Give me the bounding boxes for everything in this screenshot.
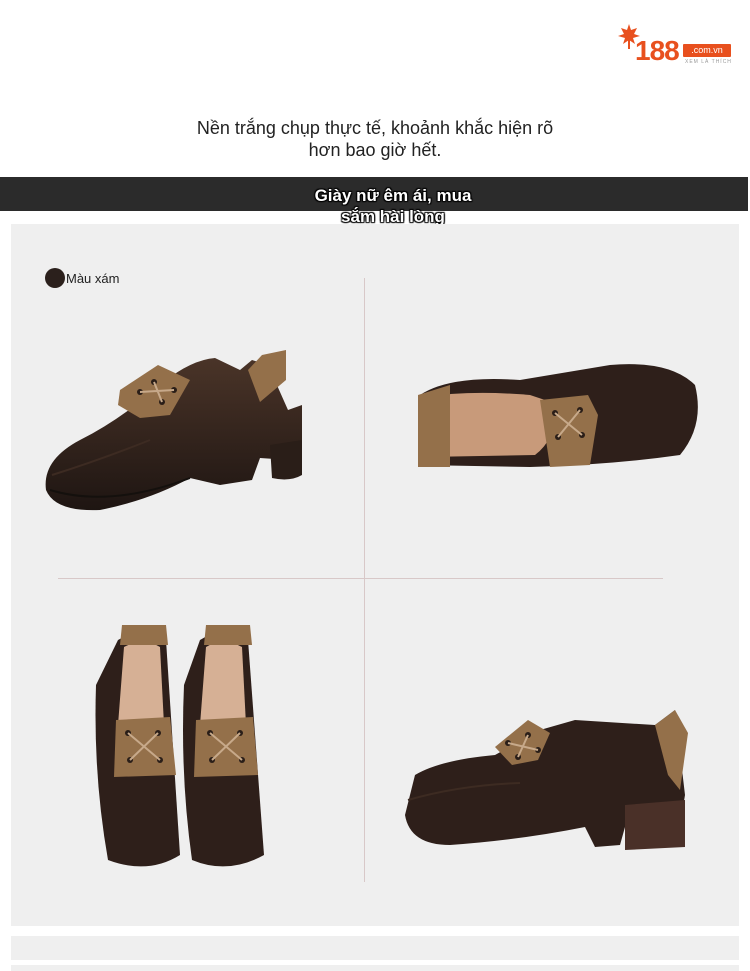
shoe-image-top-side [418,364,698,467]
shoe-image-side-front [45,350,302,511]
subtitle-line-1: Nền trắng chụp thực tế, khoảnh khắc hiện… [196,118,554,138]
next-section-strip-2 [11,965,739,971]
next-section-strip [11,936,739,960]
page-subtitle: Nền trắng chụp thực tế, khoảnh khắc hiện… [0,117,750,161]
color-label: Màu xám [66,271,120,286]
logo-domain: .com.vn [683,44,731,57]
shoe-image-pair-top [95,625,264,867]
shoe-image-side [405,710,688,850]
banner-title: Giày nữ êm ái, mua sắm hài lòng [300,185,486,227]
subtitle-line-2: hơn bao giờ hết. [308,140,442,160]
logo-number: 188 [635,35,680,66]
color-swatch[interactable] [45,268,65,288]
gallery-divider-vertical [364,278,365,882]
logo-tagline: XEM LÀ THÍCH [685,59,732,65]
banner-line-1: Giày nữ êm ái, mua [314,186,472,205]
gallery-divider-horizontal [58,578,663,579]
brand-logo[interactable]: 188 .com.vn XEM LÀ THÍCH [617,22,735,70]
